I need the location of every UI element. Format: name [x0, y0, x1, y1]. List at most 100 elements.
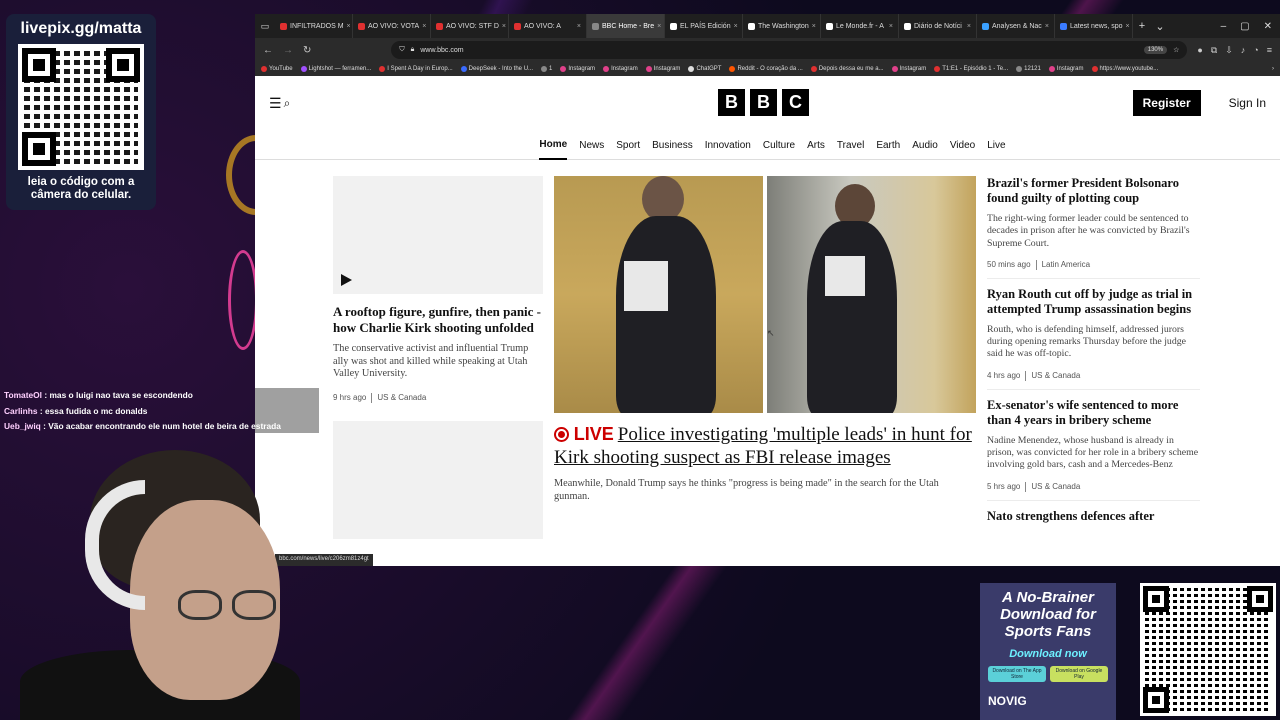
story-section[interactable]: US & Canada — [377, 393, 426, 402]
bookmark-item[interactable]: ChatGPT — [688, 66, 721, 72]
lead-story[interactable]: LIVE Police investigating 'multiple leads… — [554, 176, 976, 503]
lead-headline[interactable]: LIVE Police investigating 'multiple leads… — [554, 423, 976, 469]
menu-search-icon[interactable]: ☰ ⌕ — [269, 95, 290, 112]
nav-item-live[interactable]: Live — [987, 130, 1005, 160]
tab-label: Latest news, spo — [1070, 22, 1123, 30]
side-story-headline[interactable]: Ex-senator's wife sentenced to more than… — [987, 398, 1200, 428]
profile-icon[interactable]: ◔ — [1253, 45, 1258, 56]
left-story[interactable]: A rooftop figure, gunfire, then panic - … — [333, 176, 543, 539]
bookmark-item[interactable]: YouTube — [261, 66, 293, 72]
minimize-icon[interactable]: – — [1221, 21, 1227, 32]
shield-icon[interactable]: ⛉ — [399, 46, 404, 54]
address-bar[interactable]: ⛉ 🔒︎ www.bbc.com 130% ☆ — [391, 41, 1188, 59]
bookmark-item[interactable]: Instagram — [891, 66, 926, 72]
live-label: LIVE — [573, 424, 614, 444]
tab-close-icon[interactable]: × — [347, 23, 351, 30]
side-story-headline[interactable]: Brazil's former President Bolsonaro foun… — [987, 176, 1200, 206]
tab-close-icon[interactable]: × — [967, 23, 971, 30]
nav-item-home[interactable]: Home — [539, 130, 568, 160]
side-story[interactable]: Ryan Routh cut off by judge as trial in … — [987, 287, 1200, 390]
bookmark-item[interactable]: I Spent A Day in Europ... — [379, 66, 453, 72]
bookmark-item[interactable]: Instagram — [560, 66, 595, 72]
nav-item-audio[interactable]: Audio — [912, 130, 938, 160]
new-tab-button[interactable]: + — [1133, 20, 1151, 32]
bbc-logo[interactable]: B B C — [718, 89, 809, 116]
bookmark-label: 1 — [549, 66, 553, 72]
bookmark-item[interactable]: Lightshot — ferramen... — [300, 66, 371, 72]
bookmark-item[interactable]: Depois dessa eu me a... — [810, 66, 884, 72]
tab-close-icon[interactable]: × — [502, 23, 506, 30]
bookmark-item[interactable]: 12121 — [1016, 66, 1041, 72]
nav-item-culture[interactable]: Culture — [763, 130, 795, 160]
lock-icon[interactable]: 🔒︎ — [411, 46, 415, 54]
side-story-section[interactable]: US & Canada — [1031, 371, 1080, 380]
browser-tab[interactable]: Latest news, spo × — [1055, 14, 1133, 38]
browser-tab[interactable]: AO VIVO: A × — [509, 14, 587, 38]
nav-item-news[interactable]: News — [579, 130, 604, 160]
bookmark-item[interactable]: Instagram — [603, 66, 638, 72]
browser-tab[interactable]: AO VIVO: VOTA × — [353, 14, 431, 38]
story-headline[interactable]: A rooftop figure, gunfire, then panic - … — [333, 304, 543, 335]
bookmark-item[interactable]: DeepSeek - Into the U... — [460, 66, 533, 72]
browser-tab[interactable]: Diário de Notíci × — [899, 14, 977, 38]
nav-item-video[interactable]: Video — [950, 130, 975, 160]
bookmark-item[interactable]: https://www.youtube... — [1091, 66, 1158, 72]
side-story-headline[interactable]: Nato strengthens defences after — [987, 509, 1200, 524]
browser-tab[interactable]: INFILTRADOS M × — [275, 14, 353, 38]
star-icon[interactable]: ☆ — [1173, 46, 1179, 54]
tab-close-icon[interactable]: × — [1126, 23, 1130, 30]
side-story-section[interactable]: US & Canada — [1031, 482, 1080, 491]
nav-item-earth[interactable]: Earth — [876, 130, 900, 160]
maximize-icon[interactable]: ▢ — [1240, 21, 1249, 32]
image-placeholder[interactable] — [333, 420, 543, 539]
bookmark-item[interactable]: Reddit - O coração da ... — [729, 66, 803, 72]
back-icon[interactable]: ← — [263, 45, 273, 56]
zoom-badge[interactable]: 130% — [1143, 46, 1168, 54]
side-story[interactable]: Brazil's former President Bolsonaro foun… — [987, 176, 1200, 279]
nav-item-travel[interactable]: Travel — [837, 130, 864, 160]
browser-tab[interactable]: Analysen & Nac × — [977, 14, 1055, 38]
browser-tab[interactable]: Le Monde.fr - A × — [821, 14, 899, 38]
video-thumbnail[interactable] — [333, 176, 543, 294]
suspect-photos[interactable] — [554, 176, 976, 413]
lead-headline-link[interactable]: Police investigating 'multiple leads' in… — [554, 424, 972, 468]
close-icon[interactable]: ✕ — [1264, 21, 1272, 32]
bookmark-item[interactable]: Instagram — [1048, 66, 1084, 72]
register-button[interactable]: Register — [1132, 90, 1201, 116]
browser-tab[interactable]: EL PAÍS Edición × — [665, 14, 743, 38]
tab-close-icon[interactable]: × — [657, 23, 661, 30]
tab-list-icon[interactable]: ⌄ — [1151, 20, 1169, 33]
nav-item-innovation[interactable]: Innovation — [705, 130, 751, 160]
tab-close-icon[interactable]: × — [889, 23, 893, 30]
browser-tab[interactable]: AO VIVO: STF D × — [431, 14, 509, 38]
bookmark-item[interactable]: Instagram — [645, 66, 680, 72]
menu-icon[interactable]: ≡ — [1267, 45, 1272, 56]
volume-icon[interactable]: ♪ — [1241, 45, 1246, 56]
browser-tab[interactable]: BBC Home - Bre × — [587, 14, 665, 38]
nav-item-arts[interactable]: Arts — [807, 130, 825, 160]
browser-tab[interactable]: The Washington × — [743, 14, 821, 38]
download-icon[interactable]: ⇩ — [1225, 45, 1233, 56]
nav-item-business[interactable]: Business — [652, 130, 693, 160]
play-icon[interactable] — [341, 274, 352, 286]
puzzle-icon[interactable]: ⧉ — [1211, 45, 1217, 56]
side-story-section[interactable]: Latin America — [1042, 260, 1090, 269]
side-story[interactable]: Ex-senator's wife sentenced to more than… — [987, 398, 1200, 501]
side-story-headline[interactable]: Ryan Routh cut off by judge as trial in … — [987, 287, 1200, 317]
sign-in-link[interactable]: Sign In — [1229, 96, 1266, 110]
tab-overview-icon[interactable]: ▭ — [255, 21, 275, 32]
side-story[interactable]: Nato strengthens defences after — [987, 509, 1200, 532]
forward-icon[interactable]: → — [283, 45, 293, 56]
tab-close-icon[interactable]: × — [577, 23, 581, 30]
main-nav: Home News Sport Business Innovation Culture Ar… — [255, 130, 1280, 160]
tab-close-icon[interactable]: × — [812, 23, 816, 30]
nav-item-sport[interactable]: Sport — [616, 130, 640, 160]
tab-close-icon[interactable]: × — [422, 23, 426, 30]
bookmark-item[interactable]: 1 — [541, 66, 552, 72]
bookmark-item[interactable]: T1:E1 - Episódio 1 - Te... — [934, 66, 1008, 72]
bookmarks-overflow-icon[interactable]: › — [1272, 66, 1274, 72]
tab-close-icon[interactable]: × — [734, 23, 738, 30]
tab-close-icon[interactable]: × — [1045, 23, 1049, 30]
reload-icon[interactable]: ↻ — [303, 45, 311, 56]
extension-icon[interactable]: ● — [1197, 45, 1202, 56]
